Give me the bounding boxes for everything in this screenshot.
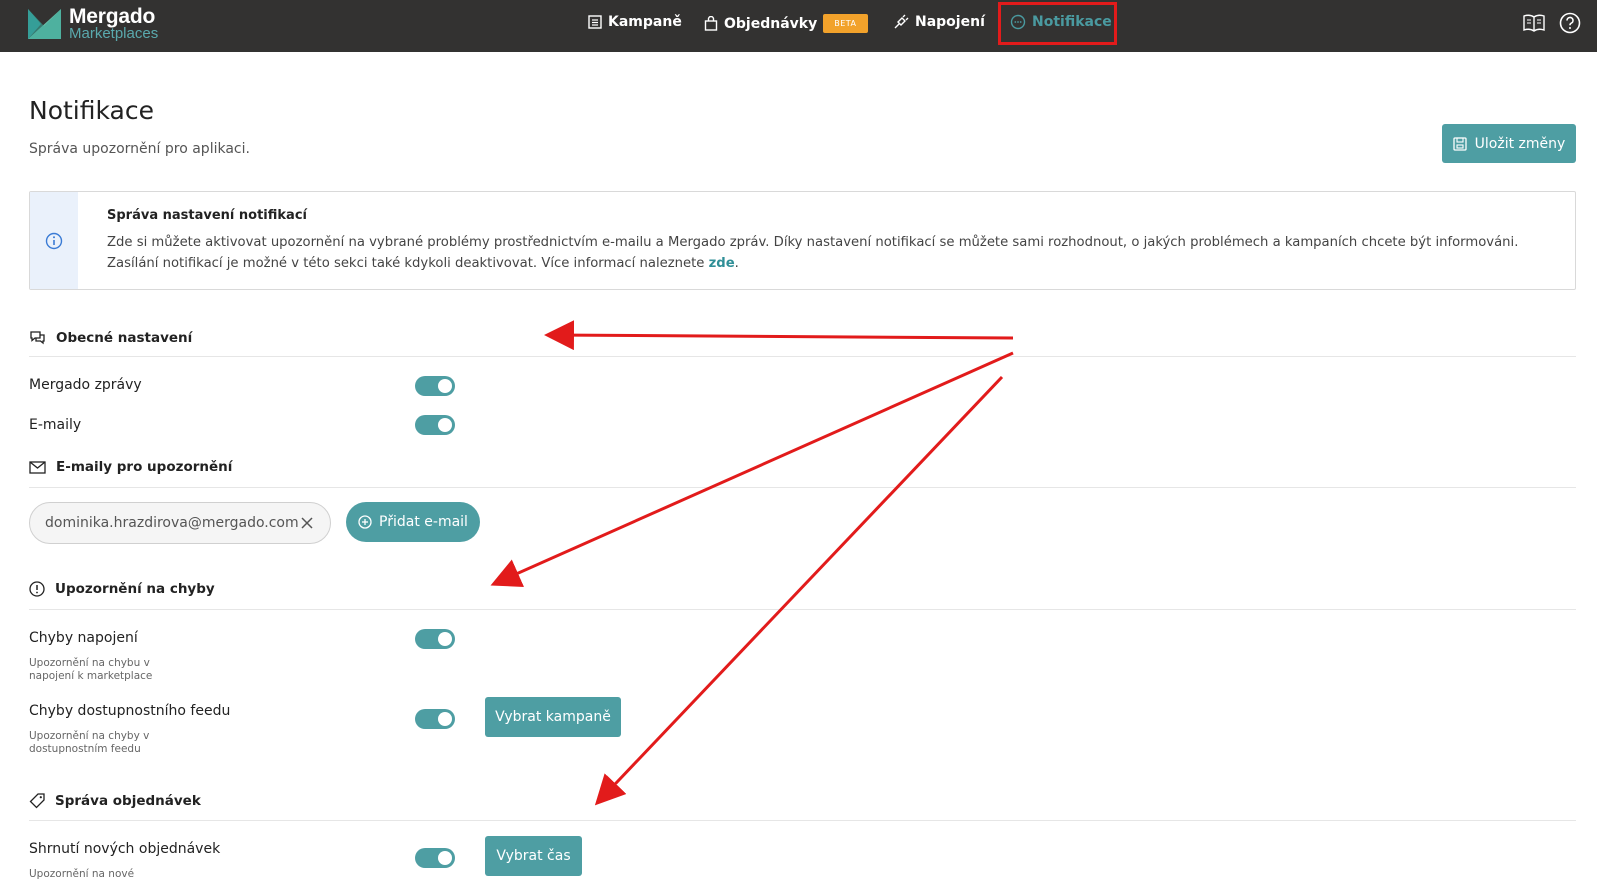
tag-icon <box>29 793 45 809</box>
info-link[interactable]: zde <box>709 256 735 271</box>
section-order-management: Správa objednávek <box>29 793 201 809</box>
nav-label: Objednávky <box>724 15 818 32</box>
list-icon <box>588 15 602 29</box>
save-icon <box>1453 136 1467 151</box>
plus-circle-icon <box>358 515 372 529</box>
annotation-arrow <box>544 320 1014 351</box>
select-time-label: Vybrat čas <box>496 848 571 864</box>
remove-email-icon[interactable] <box>298 514 316 532</box>
annotation-arrow <box>490 351 1014 587</box>
info-body: Zde si můžete aktivovat upozornění na vy… <box>107 235 1519 271</box>
order-summary-toggle[interactable] <box>415 848 455 868</box>
section-general-settings: Obecné nastavení <box>29 330 192 346</box>
logo-title: Mergado <box>69 5 156 28</box>
select-campaigns-label: Vybrat kampaně <box>495 709 611 725</box>
section-title: Upozornění na chyby <box>55 581 215 597</box>
top-navigation-bar: Mergado Marketplaces Kampaně Objednávky … <box>0 0 1597 52</box>
section-notification-emails: E-maily pro upozornění <box>29 459 232 475</box>
select-campaigns-button[interactable]: Vybrat kampaně <box>485 697 621 737</box>
logo[interactable]: Mergado Marketplaces <box>28 6 158 41</box>
feed-errors-description: Upozornění na chyby v dostupnostním feed… <box>29 730 150 755</box>
order-summary-description: Upozornění na nové <box>29 868 135 879</box>
info-box: Správa nastavení notifikací Zde si můžet… <box>29 191 1576 290</box>
annotation-highlight-box <box>998 2 1117 45</box>
email-chip: dominika.hrazdirova@mergado.com <box>29 502 331 544</box>
section-divider <box>29 487 1576 488</box>
info-title: Správa nastavení notifikací <box>107 208 307 223</box>
feed-errors-toggle[interactable] <box>415 709 455 729</box>
save-changes-label: Uložit změny <box>1474 135 1566 152</box>
save-changes-button[interactable]: Uložit změny <box>1442 124 1576 163</box>
connection-errors-description: Upozornění na chybu v napojení k marketp… <box>29 657 153 682</box>
emails-label: E-maily <box>29 417 82 433</box>
logo-icon <box>28 8 61 39</box>
nav-item-napojeni[interactable]: Napojení <box>893 14 985 30</box>
section-divider <box>29 609 1576 610</box>
info-text: Zde si můžete aktivovat upozornění na vy… <box>107 232 1547 274</box>
annotation-arrows <box>490 320 1014 806</box>
section-title: Obecné nastavení <box>56 330 193 346</box>
add-email-button[interactable]: Přidat e-mail <box>346 502 480 542</box>
bag-icon <box>704 16 718 31</box>
select-time-button[interactable]: Vybrat čas <box>485 836 582 876</box>
section-error-alerts: Upozornění na chyby <box>29 581 215 597</box>
section-divider <box>29 820 1576 821</box>
connection-errors-toggle[interactable] <box>415 629 455 649</box>
order-summary-label: Shrnutí nových objednávek <box>29 841 221 857</box>
help-icon[interactable] <box>1559 12 1581 34</box>
book-icon[interactable] <box>1523 14 1545 32</box>
info-box-side <box>30 192 78 289</box>
info-icon <box>45 232 63 249</box>
email-value: dominika.hrazdirova@mergado.com <box>45 515 299 531</box>
annotation-arrow <box>594 375 1004 806</box>
mergado-messages-toggle[interactable] <box>415 376 455 396</box>
envelope-icon <box>29 460 46 474</box>
nav-label: Napojení <box>915 14 985 30</box>
nav-label: Kampaně <box>608 14 682 30</box>
chat-bubbles-icon <box>30 331 45 345</box>
plug-icon <box>894 14 909 29</box>
beta-badge: BETA <box>823 14 868 33</box>
top-right-icons <box>1523 12 1581 34</box>
emails-toggle[interactable] <box>415 415 455 435</box>
info-tail: . <box>734 256 739 271</box>
section-title: E-maily pro upozornění <box>56 459 233 475</box>
section-divider <box>29 356 1576 357</box>
nav-item-objednavky[interactable]: Objednávky BETA <box>704 14 868 33</box>
connection-errors-label: Chyby napojení <box>29 630 138 646</box>
page-title: Notifikace <box>29 96 154 125</box>
alert-circle-icon <box>29 581 45 597</box>
page-subtitle: Správa upozornění pro aplikaci. <box>29 141 250 157</box>
logo-subtitle: Marketplaces <box>69 25 159 42</box>
nav-item-kampane[interactable]: Kampaně <box>588 14 682 30</box>
feed-errors-label: Chyby dostupnostního feedu <box>29 703 231 719</box>
section-title: Správa objednávek <box>55 793 201 809</box>
add-email-label: Přidat e-mail <box>379 514 468 530</box>
mergado-messages-label: Mergado zprávy <box>29 377 142 393</box>
